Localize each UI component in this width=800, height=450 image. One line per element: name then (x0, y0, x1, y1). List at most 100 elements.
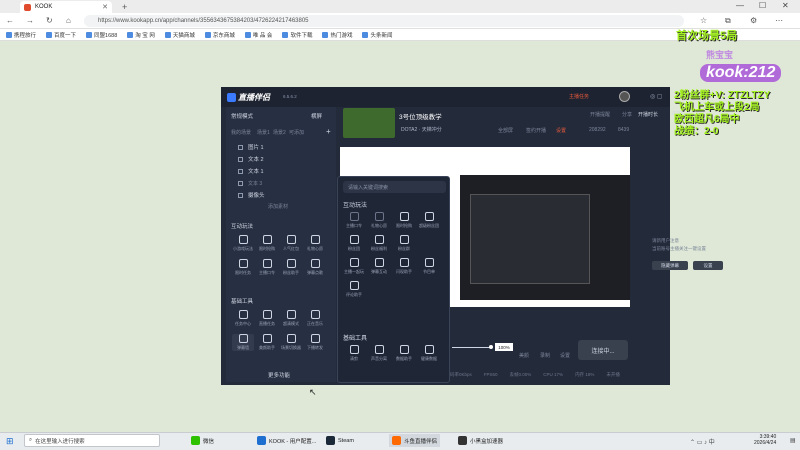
bookmark-item[interactable]: 头条新闻 (362, 31, 392, 39)
back-icon[interactable]: ← (6, 16, 14, 25)
tab-scene-1[interactable]: 场景1 (257, 129, 270, 136)
list-item[interactable]: 文本 2 (226, 153, 334, 165)
dropdown-item[interactable]: 健康数据 (418, 345, 440, 362)
collections-icon[interactable]: ⧉ (725, 16, 731, 26)
stream-title[interactable]: 3号位顶级教学 (399, 111, 442, 121)
tool-item[interactable]: 小游戏玩法 (232, 235, 254, 252)
dropdown-item[interactable]: 粉丝团 (343, 235, 365, 252)
dropdown-item[interactable]: 主播一起玩 (343, 258, 365, 275)
tool-item[interactable]: 直播任务 (256, 310, 278, 327)
taskbar-app-douyu[interactable]: 斗鱼直播伴侣 (389, 434, 441, 447)
tab-fullscreen[interactable]: 全部屏 (498, 127, 513, 134)
bottom-settings-button[interactable]: 设置 (560, 352, 570, 359)
settings-button[interactable]: 设置 (693, 261, 723, 270)
volume-value[interactable]: 100% (495, 343, 513, 351)
beauty-button[interactable]: 美颜 (519, 352, 529, 359)
tool-item[interactable]: 主播口令 (256, 259, 278, 276)
tool-item[interactable]: 弹幕墙 (232, 334, 254, 351)
dropdown-item[interactable]: 超级粉丝团 (418, 212, 440, 229)
tool-item[interactable]: 限时抢购 (256, 235, 278, 252)
checkbox-icon[interactable] (238, 168, 243, 174)
extensions-icon[interactable]: ⚙ (750, 16, 757, 25)
tool-item[interactable]: 粉丝助手 (280, 259, 302, 276)
notification-icon[interactable]: ▤ (790, 437, 796, 444)
start-live-button[interactable]: 连接中... (578, 340, 628, 360)
stream-category[interactable]: DOTA2 · 天梯冲分 (401, 126, 442, 133)
dropdown-item[interactable]: 声音分离 (368, 345, 390, 362)
dropdown-item[interactable]: 节目单 (418, 258, 440, 275)
bookmark-item[interactable]: 淘 宝 网 (127, 31, 155, 39)
bookmark-item[interactable]: 天猫商城 (164, 31, 195, 39)
stream-thumbnail[interactable] (343, 108, 395, 138)
close-window-icon[interactable]: ✕ (782, 1, 789, 10)
list-item[interactable]: 文本 3 (226, 177, 334, 189)
tool-item[interactable]: 美颜助手 (256, 334, 278, 351)
mode-selector[interactable]: 常规模式 (231, 112, 253, 120)
more-icon[interactable]: ⋯ (775, 16, 783, 25)
tool-item[interactable]: 场景切换器 (280, 334, 302, 351)
favorites-icon[interactable]: ☆ (700, 16, 707, 25)
forward-icon[interactable]: → (26, 16, 34, 25)
notice-link[interactable]: 当前账号主播关注一键设置 (652, 246, 706, 252)
checkbox-icon[interactable] (238, 144, 243, 150)
tool-item[interactable]: 任务中心 (232, 310, 254, 327)
bookmark-item[interactable]: 同盟1688 (86, 31, 117, 39)
tab-sign-live[interactable]: 签约开播 (526, 127, 546, 134)
taskbar-app-kook[interactable]: KOOK - 用户配置... (254, 434, 319, 447)
tool-item[interactable]: 超清模式 (280, 310, 302, 327)
refresh-icon[interactable]: ↻ (46, 16, 53, 25)
close-tab-icon[interactable]: ✕ (102, 3, 108, 11)
taskbar-app-steam[interactable]: Steam (323, 434, 357, 447)
tool-item[interactable]: 人气红包 (280, 235, 302, 252)
tool-item[interactable]: 弹幕点歌 (304, 259, 326, 276)
bookmark-item[interactable]: 热门游戏 (322, 31, 352, 39)
checkbox-icon[interactable] (238, 180, 243, 186)
bookmark-item[interactable]: 唯 品 会 (244, 31, 272, 39)
checkbox-icon[interactable] (238, 156, 243, 162)
tool-item[interactable]: 下播转发 (304, 334, 326, 351)
checkbox-icon[interactable] (238, 192, 243, 198)
tab-settings[interactable]: 设置 (556, 127, 566, 134)
live-reminder[interactable]: 开播提醒 (590, 111, 610, 118)
taskbar-search[interactable]: ⌕ 在这里输入进行搜索 (24, 434, 160, 447)
volume-slider[interactable] (452, 347, 490, 348)
list-item[interactable]: 图片 1 (226, 141, 334, 153)
home-icon[interactable]: ⌂ (66, 16, 71, 25)
add-scene-icon[interactable]: + (326, 127, 331, 136)
dropdown-item[interactable]: 粉丝群 (393, 235, 415, 252)
share-button[interactable]: 分享 (622, 111, 632, 118)
dropdown-item[interactable]: 闪现助手 (393, 258, 415, 275)
dropdown-item[interactable]: 粉丝福利 (368, 235, 390, 252)
task-badge[interactable]: 主播任务 (569, 93, 589, 100)
tab-scene-add[interactable]: 可添加 (289, 129, 304, 136)
list-item[interactable]: 摄像头 (226, 189, 334, 201)
url-input[interactable]: https://www.kookapp.cn/app/channels/3556… (84, 15, 684, 27)
new-tab-button[interactable]: + (122, 2, 127, 12)
record-button[interactable]: 录制 (540, 352, 550, 359)
dropdown-item[interactable]: 礼物心愿 (368, 212, 390, 229)
dropdown-item[interactable]: 主播口令 (343, 212, 365, 229)
dropdown-item[interactable]: 清剪 (343, 345, 365, 362)
search-input[interactable]: 请输入关键词搜索 (343, 181, 446, 193)
taskbar-app-xiaoheihe[interactable]: 小黑盒加速器 (455, 434, 506, 447)
taskbar-app-wechat[interactable]: 微信 (188, 434, 217, 447)
more-features-button[interactable]: 更多功能 (268, 371, 290, 379)
window-controls[interactable]: ◎ ▢ (650, 93, 663, 100)
bookmark-item[interactable]: 软件下载 (282, 31, 312, 39)
volume-handle[interactable] (489, 345, 493, 349)
tab-scene-2[interactable]: 场景2 (273, 129, 286, 136)
dropdown-item[interactable]: 评论助手 (343, 281, 365, 298)
list-item[interactable]: 文本 1 (226, 165, 334, 177)
dropdown-item[interactable]: 限时抢购 (393, 212, 415, 229)
taskbar-clock[interactable]: 3:39:40 2026/4/24 (754, 434, 776, 446)
bookmark-item[interactable]: 百度一下 (46, 31, 76, 39)
landscape-toggle[interactable]: 横屏 (311, 112, 322, 120)
tool-item[interactable]: 正在音乐 (304, 310, 326, 327)
hide-danmaku-button[interactable]: 隐藏弹幕 (652, 261, 688, 270)
windows-start-icon[interactable]: ⊞ (6, 436, 14, 447)
system-tray-icons[interactable]: ⌃ ▭ ♪ 中 (690, 437, 715, 446)
minimize-icon[interactable]: — (736, 1, 744, 10)
browser-tab[interactable]: KOOK ✕ (20, 1, 112, 13)
tool-item[interactable]: 礼物心愿 (304, 235, 326, 252)
tool-item[interactable]: 限时任务 (232, 259, 254, 276)
